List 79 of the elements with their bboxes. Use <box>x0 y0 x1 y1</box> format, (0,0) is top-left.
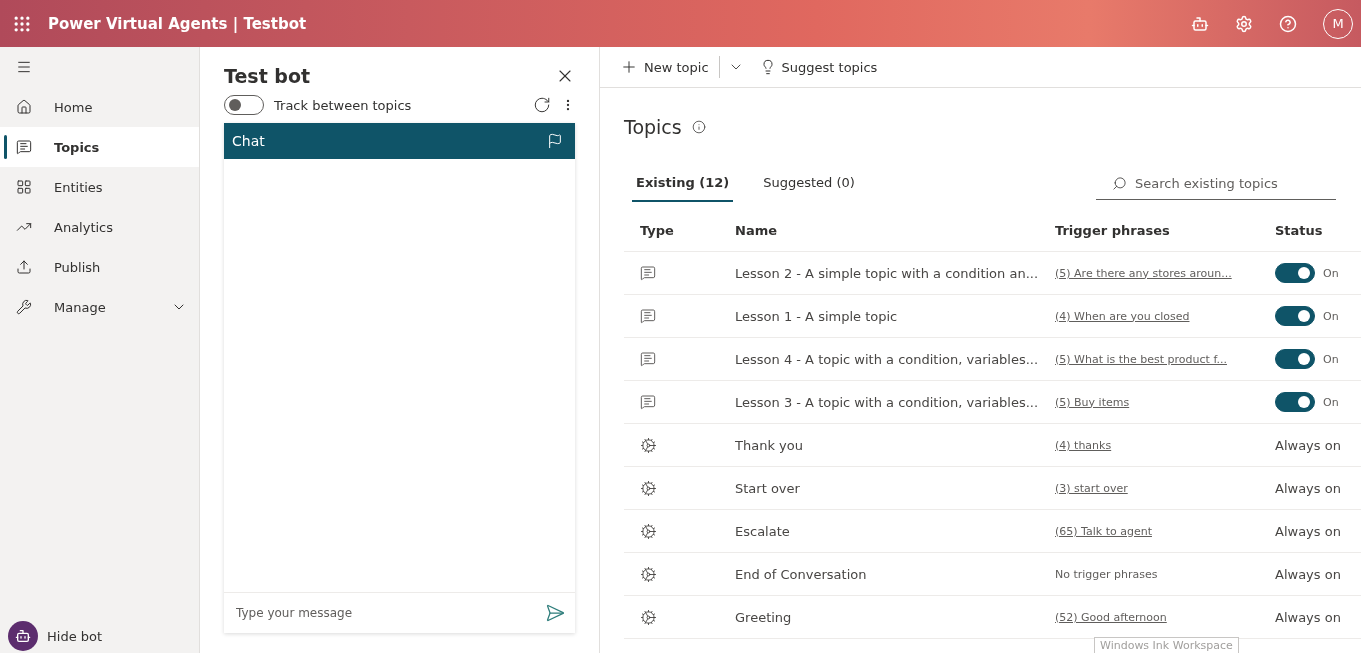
topic-name: Thank you <box>735 437 803 453</box>
app-title: Power Virtual Agents | Testbot <box>48 14 307 33</box>
column-header: Status <box>1259 209 1361 252</box>
topic-name: Lesson 4 - A topic with a condition, variables... <box>735 351 1039 367</box>
gear-icon <box>640 565 657 583</box>
bot-icon[interactable] <box>1191 14 1209 33</box>
status-toggle[interactable] <box>1275 349 1315 369</box>
status-text: Always on <box>1275 609 1341 625</box>
upload-icon <box>16 259 32 275</box>
home-icon <box>16 99 32 115</box>
nav-item[interactable]: Entities <box>0 167 199 207</box>
status-text: Always on <box>1275 480 1341 496</box>
track-toggle[interactable] <box>224 95 264 115</box>
settings-icon[interactable] <box>1235 14 1253 33</box>
column-header: Trigger phrases <box>1039 209 1259 252</box>
chat-icon <box>640 394 656 410</box>
gear-icon <box>640 479 657 497</box>
search-input[interactable]: Search existing topics <box>1133 174 1336 192</box>
chat-title: Chat <box>232 133 265 149</box>
nav-item[interactable]: Analytics <box>0 207 199 247</box>
plus-icon <box>620 58 638 76</box>
gear-icon <box>640 436 657 454</box>
grid-icon <box>16 179 32 195</box>
status-text: Always on <box>1275 523 1341 539</box>
nav-item[interactable]: Topics <box>0 127 199 167</box>
trigger-link[interactable]: (5) Buy items <box>1055 395 1130 409</box>
gear-icon <box>640 608 657 626</box>
column-header: Name <box>719 209 1039 252</box>
topic-name: Lesson 2 - A simple topic with a condition an... <box>735 265 1039 281</box>
topic-name: Escalate <box>735 523 790 539</box>
hide-bot-link[interactable]: Hide bot <box>47 628 103 644</box>
suggest-topics-button[interactable]: Suggest topics <box>757 57 880 77</box>
chat-icon <box>640 308 656 324</box>
refresh-icon[interactable] <box>533 96 551 114</box>
nav-item[interactable]: Manage <box>0 287 199 327</box>
trigger-link[interactable]: (3) start over <box>1055 481 1128 495</box>
topic-name: Greeting <box>735 609 792 625</box>
trigger-link[interactable]: (5) What is the best product f... <box>1055 352 1227 366</box>
status-toggle[interactable] <box>1275 392 1315 412</box>
trigger-link[interactable]: (4) When are you closed <box>1055 309 1190 323</box>
send-icon[interactable] <box>545 603 565 623</box>
new-topic-button[interactable]: New topic <box>618 56 711 78</box>
panel-title: Test bot <box>224 65 311 87</box>
status-label: On <box>1323 395 1339 409</box>
status-label: On <box>1323 352 1339 366</box>
chat-icon <box>640 265 656 281</box>
tab[interactable]: Suggested (0) <box>759 165 859 202</box>
info-icon[interactable] <box>691 120 706 134</box>
column-header: Type <box>624 209 719 252</box>
chat-icon <box>640 351 656 367</box>
status-label: On <box>1323 266 1339 280</box>
topic-name: End of Conversation <box>735 566 867 582</box>
menu-icon[interactable] <box>16 59 32 75</box>
page-title: Topics <box>624 116 682 138</box>
trigger-link[interactable]: (5) Are there any stores aroun... <box>1055 266 1232 280</box>
status-toggle[interactable] <box>1275 306 1315 326</box>
flag-icon[interactable] <box>547 133 563 149</box>
wrench-icon <box>16 299 32 315</box>
status-text: Always on <box>1275 437 1341 453</box>
trigger-link[interactable]: (52) Good afternoon <box>1055 610 1167 624</box>
track-label: Track between topics <box>274 97 412 113</box>
help-icon[interactable] <box>1279 14 1297 33</box>
nav-item[interactable]: Publish <box>0 247 199 287</box>
topic-name: Start over <box>735 480 800 496</box>
search-icon <box>1112 175 1127 191</box>
chat-icon <box>16 139 32 155</box>
trigger-link[interactable]: (65) Talk to agent <box>1055 524 1152 538</box>
topic-name: Lesson 3 - A topic with a condition, variables... <box>735 394 1039 410</box>
gear-icon <box>640 522 657 540</box>
trigger-link[interactable]: (4) thanks <box>1055 438 1112 452</box>
status-text: Always on <box>1275 566 1341 582</box>
bot-avatar-icon[interactable] <box>8 621 38 651</box>
trigger-text: No trigger phrases <box>1055 567 1158 581</box>
tooltip: Windows Ink Workspace <box>1094 637 1239 653</box>
status-label: On <box>1323 309 1339 323</box>
tab[interactable]: Existing (12) <box>632 165 734 202</box>
status-toggle[interactable] <box>1275 263 1315 283</box>
topic-name: Lesson 1 - A simple topic <box>735 308 898 324</box>
nav-item[interactable]: Home <box>0 87 199 127</box>
